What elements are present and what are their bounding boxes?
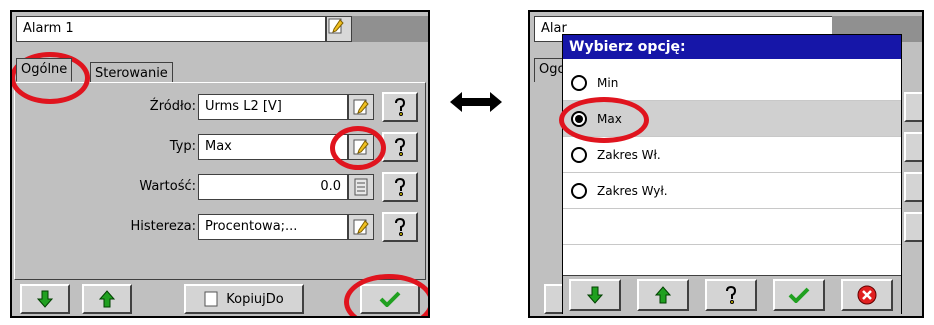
dialog-title: Wybierz opcję: xyxy=(563,35,901,59)
arrow-down-icon xyxy=(586,286,604,304)
help-icon xyxy=(395,177,406,196)
right-bg-help-4 xyxy=(904,212,922,242)
alarm-title-text: Alarm 1 xyxy=(23,21,74,36)
value-help-button[interactable] xyxy=(382,172,418,202)
help-icon xyxy=(395,217,406,236)
radio-range-on[interactable] xyxy=(571,146,587,163)
option-max[interactable]: Max xyxy=(563,101,901,137)
right-bg-help-3 xyxy=(904,172,922,202)
hysteresis-help-button[interactable] xyxy=(382,212,418,242)
radio-range-off[interactable] xyxy=(571,182,587,199)
option-empty-1 xyxy=(563,209,901,245)
copy-to-label: KopiujDo xyxy=(226,291,284,307)
radio-min[interactable] xyxy=(571,74,587,91)
value-field[interactable]: 0.0 xyxy=(198,174,348,200)
dialog-up-button[interactable] xyxy=(637,279,689,311)
source-help-button[interactable] xyxy=(382,92,418,122)
left-screen: Alarm 1 Ogólne Sterowanie Źródło: Urms L… xyxy=(10,10,430,318)
alarm-title-field[interactable]: Alarm 1 xyxy=(16,16,326,42)
calculator-icon[interactable] xyxy=(348,174,374,200)
right-bg-help-2 xyxy=(904,132,922,162)
option-max-label: Max xyxy=(597,111,622,126)
cancel-icon xyxy=(857,285,877,305)
dialog-help-button[interactable] xyxy=(705,279,757,311)
arrow-down-icon xyxy=(36,290,54,308)
right-bg-help-1 xyxy=(904,92,922,122)
move-down-button[interactable] xyxy=(20,284,70,314)
option-range-off-label: Zakres Wył. xyxy=(597,183,668,198)
move-up-button[interactable] xyxy=(82,284,132,314)
type-help-button[interactable] xyxy=(382,132,418,162)
help-icon xyxy=(395,137,406,156)
source-label: Źródło: xyxy=(149,99,196,114)
title-bar-gray xyxy=(352,16,428,42)
hysteresis-label: Histereza: xyxy=(130,219,196,234)
tab-ogolne-label: Ogólne xyxy=(21,62,68,77)
option-min-label: Min xyxy=(597,75,619,90)
checkmark-icon xyxy=(379,291,401,307)
option-range-on[interactable]: Zakres Wł. xyxy=(563,137,901,173)
checkmark-icon xyxy=(788,287,810,303)
help-icon xyxy=(395,97,406,116)
copy-icon xyxy=(204,291,218,307)
right-screen: Alar Ogo Wybierz opcję: Min Max Zakres W… xyxy=(528,10,924,318)
value-label: Wartość: xyxy=(139,179,196,194)
dialog-cancel-button[interactable] xyxy=(841,279,893,311)
source-field[interactable]: Urms L2 [V] xyxy=(198,94,348,120)
source-edit-icon[interactable] xyxy=(348,94,374,120)
help-icon xyxy=(726,285,737,304)
arrow-up-icon xyxy=(654,286,672,304)
type-edit-icon[interactable] xyxy=(348,134,374,160)
option-dialog: Wybierz opcję: Min Max Zakres Wł. Zakres… xyxy=(559,34,902,315)
tab-sterowanie[interactable]: Sterowanie xyxy=(90,62,173,82)
copy-to-button[interactable]: KopiujDo xyxy=(184,284,304,314)
option-range-off[interactable]: Zakres Wył. xyxy=(563,173,901,209)
dialog-ok-button[interactable] xyxy=(773,279,825,311)
hysteresis-edit-icon[interactable] xyxy=(348,214,374,240)
tab-sterowanie-label: Sterowanie xyxy=(95,66,168,81)
radio-max[interactable] xyxy=(571,110,587,127)
title-edit-icon[interactable] xyxy=(326,16,352,42)
option-range-on-label: Zakres Wł. xyxy=(597,147,661,162)
option-min[interactable]: Min xyxy=(563,65,901,101)
type-field[interactable]: Max xyxy=(198,134,348,160)
dialog-down-button[interactable] xyxy=(569,279,621,311)
double-arrow-icon xyxy=(448,90,504,114)
type-label: Typ: xyxy=(169,139,196,154)
tab-ogolne[interactable]: Ogólne xyxy=(16,58,73,82)
hysteresis-field[interactable]: Procentowa;... xyxy=(198,214,348,240)
arrow-up-icon xyxy=(98,290,116,308)
ok-button[interactable] xyxy=(360,284,420,314)
